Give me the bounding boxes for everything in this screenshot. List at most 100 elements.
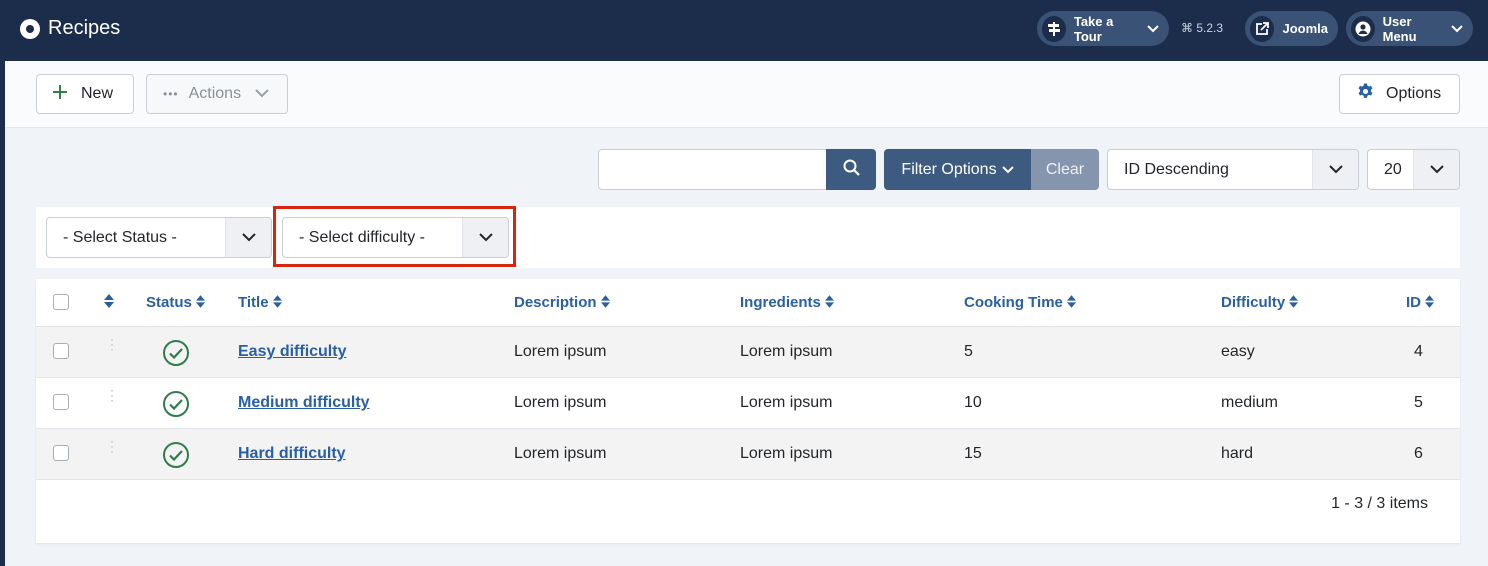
- sort-order-select[interactable]: ID Descending: [1107, 149, 1359, 190]
- search-icon: [843, 159, 860, 181]
- sort-icon: [195, 295, 205, 312]
- filter-options-label: Filter Options: [901, 160, 997, 178]
- user-menu-label: User Menu: [1382, 13, 1417, 44]
- recipes-table: Status Title Description Ingredients Coo…: [36, 279, 1460, 543]
- new-button-label: New: [81, 85, 114, 102]
- column-description-label: Description: [514, 294, 597, 311]
- table-header: Status Title Description Ingredients Coo…: [36, 279, 1460, 327]
- column-ingredients[interactable]: Ingredients: [740, 294, 834, 312]
- difficulty-cell: hard: [1221, 445, 1254, 462]
- actions-dropdown[interactable]: ••• Actions: [146, 74, 288, 114]
- sort-icon: [1289, 295, 1299, 312]
- signpost-icon: [1042, 15, 1066, 42]
- ellipsis-icon: •••: [163, 87, 179, 101]
- options-label: Options: [1386, 85, 1442, 102]
- column-id[interactable]: ID: [1406, 294, 1434, 312]
- column-description[interactable]: Description: [514, 294, 610, 312]
- column-difficulty-label: Difficulty: [1221, 294, 1286, 311]
- id-cell: 5: [1414, 394, 1423, 411]
- user-icon: [1351, 15, 1375, 42]
- id-cell: 4: [1414, 343, 1423, 360]
- joomla-site-link[interactable]: Joomla: [1245, 11, 1338, 46]
- left-edge-strip: [0, 0, 5, 566]
- pagination-count: 1 - 3 / 3 items: [1331, 495, 1428, 512]
- description-cell: Lorem ipsum: [514, 445, 607, 462]
- difficulty-cell: medium: [1221, 394, 1278, 411]
- id-cell: 6: [1414, 445, 1423, 462]
- published-status-icon[interactable]: [162, 390, 190, 423]
- column-difficulty[interactable]: Difficulty: [1221, 294, 1299, 312]
- drag-handle-icon[interactable]: ⋮: [105, 439, 119, 453]
- row-checkbox[interactable]: [53, 445, 69, 461]
- table-row: ⋮ Medium difficulty Lorem ipsum Lorem ip…: [36, 378, 1460, 429]
- filter-options-button[interactable]: Filter Options: [884, 149, 1031, 190]
- take-a-tour-label: Take a Tour: [1073, 13, 1114, 44]
- published-status-icon[interactable]: [162, 339, 190, 372]
- chevron-down-icon: [1147, 21, 1159, 36]
- column-status-label: Status: [146, 294, 192, 311]
- toolbar: New ••• Actions Options: [5, 61, 1488, 128]
- new-button[interactable]: New: [36, 74, 134, 114]
- version-label: 5.2.3: [1196, 21, 1224, 35]
- description-cell: Lorem ipsum: [514, 394, 607, 411]
- ordering-sort-icon[interactable]: [104, 294, 114, 312]
- sort-icon: [1425, 295, 1434, 312]
- options-button[interactable]: Options: [1339, 74, 1460, 114]
- column-status[interactable]: Status: [146, 294, 205, 312]
- chevron-down-icon: [225, 218, 271, 257]
- difficulty-highlight-box: [273, 206, 516, 267]
- chevron-down-icon: [1001, 161, 1014, 179]
- table-row: ⋮ Hard difficulty Lorem ipsum Lorem ipsu…: [36, 429, 1460, 480]
- row-checkbox[interactable]: [53, 343, 69, 359]
- status-filter-value: - Select Status -: [63, 228, 177, 246]
- published-status-icon[interactable]: [162, 441, 190, 474]
- table-row: ⋮ Easy difficulty Lorem ipsum Lorem ipsu…: [36, 327, 1460, 378]
- row-checkbox[interactable]: [53, 394, 69, 410]
- drag-handle-icon[interactable]: ⋮: [105, 337, 119, 351]
- joomla-link-label: Joomla: [1282, 21, 1328, 36]
- sort-order-value: ID Descending: [1124, 160, 1229, 178]
- joomla-version: ⌘ 5.2.3: [1181, 21, 1224, 35]
- page-title: Recipes: [48, 17, 121, 39]
- header-bar: Recipes Take a Tour ⌘ 5.2.3 Joomla User …: [0, 0, 1488, 61]
- clear-button[interactable]: Clear: [1031, 149, 1099, 190]
- list-limit-value: 20: [1384, 160, 1402, 178]
- chevron-down-icon: [1413, 150, 1459, 189]
- list-limit-select[interactable]: 20: [1367, 149, 1460, 190]
- description-cell: Lorem ipsum: [514, 343, 607, 360]
- cooking-time-cell: 15: [964, 445, 982, 462]
- sort-icon: [600, 295, 610, 312]
- column-title[interactable]: Title: [238, 294, 282, 312]
- column-cooking-time-label: Cooking Time: [964, 294, 1063, 311]
- column-cooking-time[interactable]: Cooking Time: [964, 294, 1076, 312]
- sort-icon: [272, 295, 282, 312]
- status-filter-select[interactable]: - Select Status -: [46, 217, 272, 258]
- column-title-label: Title: [238, 294, 269, 311]
- column-id-label: ID: [1406, 294, 1421, 311]
- joomla-logo-icon: [20, 19, 40, 39]
- take-a-tour-button[interactable]: Take a Tour: [1037, 11, 1169, 46]
- chevron-down-icon: [1312, 150, 1358, 189]
- recipe-title-link[interactable]: Easy difficulty: [238, 343, 346, 361]
- column-ingredients-label: Ingredients: [740, 294, 821, 311]
- chevron-down-icon: [255, 85, 269, 103]
- ingredients-cell: Lorem ipsum: [740, 445, 833, 462]
- search-button[interactable]: [826, 149, 876, 190]
- external-link-icon: [1250, 15, 1275, 42]
- user-menu-button[interactable]: User Menu: [1346, 11, 1473, 46]
- chevron-down-icon: [1451, 21, 1463, 36]
- ingredients-cell: Lorem ipsum: [740, 394, 833, 411]
- drag-handle-icon[interactable]: ⋮: [105, 388, 119, 402]
- recipe-title-link[interactable]: Hard difficulty: [238, 445, 346, 463]
- sort-icon: [824, 295, 834, 312]
- actions-label: Actions: [188, 85, 242, 102]
- ingredients-cell: Lorem ipsum: [740, 343, 833, 360]
- cooking-time-cell: 5: [964, 343, 973, 360]
- select-all-checkbox[interactable]: [53, 294, 69, 310]
- gear-icon: [1357, 83, 1374, 105]
- cooking-time-cell: 10: [964, 394, 982, 411]
- plus-icon: [53, 84, 67, 104]
- difficulty-cell: easy: [1221, 343, 1255, 360]
- search-input[interactable]: [598, 149, 827, 190]
- recipe-title-link[interactable]: Medium difficulty: [238, 394, 370, 412]
